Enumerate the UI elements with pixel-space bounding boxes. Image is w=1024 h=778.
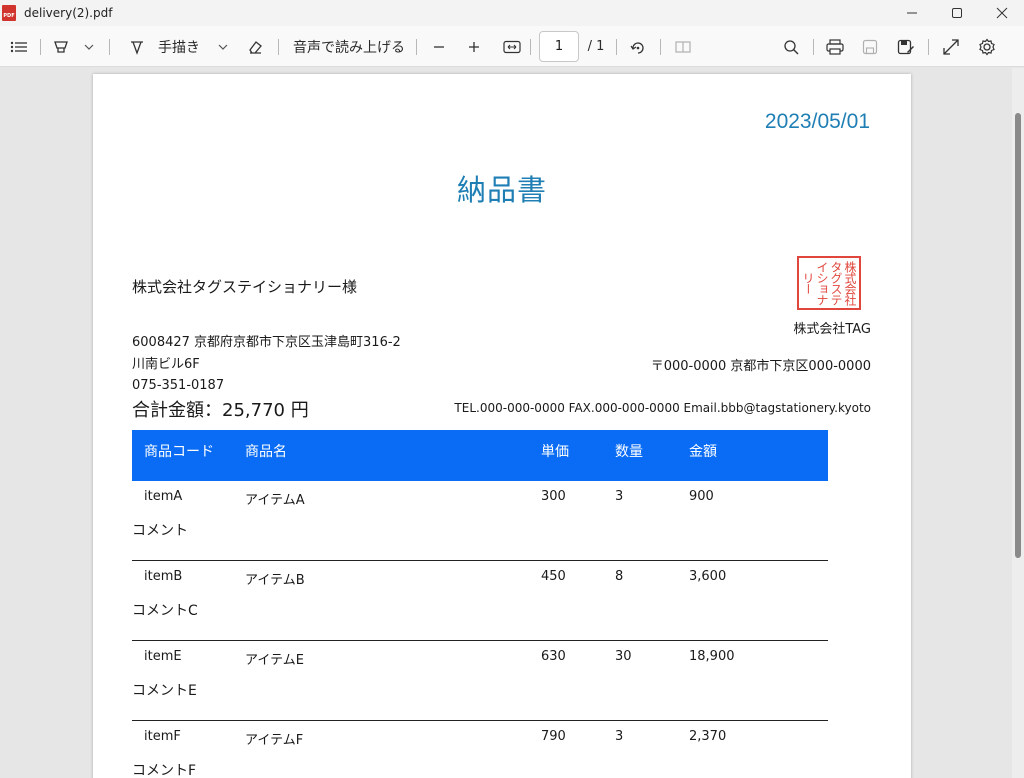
issuer-company: 株式会社TAG	[793, 322, 871, 337]
item-name: アイテムE	[245, 653, 304, 668]
two-page-icon	[675, 40, 691, 53]
fullscreen-button[interactable]	[939, 26, 963, 67]
header-qty: 数量	[615, 444, 643, 460]
window-title: delivery(2).pdf	[24, 6, 113, 20]
header-name: 商品名	[245, 444, 287, 460]
item-code: itemE	[144, 649, 182, 664]
header-price: 単価	[541, 444, 569, 460]
draw-dropdown[interactable]	[214, 26, 232, 67]
table-header: 商品コード 商品名 単価 数量 金額	[132, 430, 828, 481]
search-button[interactable]	[779, 26, 803, 67]
eraser-icon	[249, 40, 262, 54]
item-comment: コメント	[132, 523, 188, 539]
chevron-down-icon	[218, 44, 228, 50]
item-amount: 3,600	[689, 569, 727, 584]
item-code: itemF	[144, 729, 181, 744]
table-row: itemE アイテムE 630 30 18,900 コメントE	[132, 641, 828, 721]
item-amount: 900	[689, 489, 714, 504]
save-as-button[interactable]	[894, 26, 918, 67]
issuer-contact: TEL.000-000-0000 FAX.000-000-0000 Email.…	[454, 401, 871, 415]
chevron-down-icon	[84, 44, 94, 50]
table-row: itemB アイテムB 450 8 3,600 コメントC	[132, 561, 828, 641]
fit-width-icon	[503, 40, 521, 53]
highlighter-icon	[54, 40, 68, 53]
draw-button[interactable]: 手描き	[154, 26, 204, 67]
title-bar: PDF delivery(2).pdf	[0, 0, 1024, 26]
item-comment: コメントC	[132, 603, 198, 619]
settings-button[interactable]	[975, 26, 999, 67]
table-row: itemA アイテムA 300 3 900 コメント	[132, 481, 828, 561]
total-amount: 合計金額：25,770 円	[132, 400, 309, 421]
toolbar: 手描き 音声で読み上げる 1 / 1	[0, 26, 1024, 67]
contents-button[interactable]	[6, 26, 32, 67]
erase-button[interactable]	[243, 26, 267, 67]
item-price: 790	[541, 729, 566, 744]
list-icon	[10, 41, 27, 52]
header-code: 商品コード	[144, 444, 214, 460]
customer-name: 株式会社タグステイショナリー様	[132, 278, 358, 296]
item-qty: 30	[615, 649, 632, 664]
zoom-in-button[interactable]	[463, 26, 485, 67]
item-qty: 3	[615, 729, 624, 744]
maximize-button[interactable]	[934, 0, 980, 26]
phone-line: 075-351-0187	[132, 378, 225, 393]
item-name: アイテムA	[245, 493, 305, 508]
document-title: 納品書	[456, 173, 547, 207]
expand-icon	[943, 38, 959, 55]
address-line: 川南ビル6F	[132, 356, 200, 372]
item-price: 630	[541, 649, 566, 664]
item-qty: 8	[615, 569, 624, 584]
item-qty: 3	[615, 489, 624, 504]
printer-icon	[826, 38, 844, 55]
page-view-button[interactable]	[671, 26, 695, 67]
save-icon	[862, 39, 878, 54]
item-code: itemA	[144, 489, 183, 504]
gear-icon	[979, 38, 995, 55]
highlight-dropdown[interactable]	[80, 26, 98, 67]
table-row: itemF アイテムF 790 3 2,370 コメントF	[132, 721, 828, 778]
maximize-icon	[952, 8, 962, 18]
plus-icon	[469, 41, 479, 52]
close-icon	[996, 7, 1008, 19]
item-name: アイテムF	[245, 733, 304, 748]
minimize-icon	[907, 12, 917, 14]
pdf-file-icon: PDF	[2, 5, 16, 21]
read-aloud-button[interactable]: 音声で読み上げる	[289, 26, 409, 67]
item-comment: コメントF	[132, 763, 197, 778]
minimize-button[interactable]	[889, 0, 935, 26]
company-seal-stamp: リー イショナ タグステ 株式会社	[797, 256, 861, 310]
draw-button-icon-wrap[interactable]	[126, 26, 148, 67]
minus-icon	[434, 45, 444, 48]
save-button[interactable]	[858, 26, 882, 67]
item-price: 450	[541, 569, 566, 584]
search-icon	[784, 39, 799, 54]
address-line: 6008427 京都府京都市下京区玉津島町316-2	[132, 335, 401, 350]
page-number-input[interactable]: 1	[539, 31, 579, 62]
item-code: itemB	[144, 569, 183, 584]
item-comment: コメントE	[132, 683, 197, 699]
customer-address: 6008427 京都府京都市下京区玉津島町316-2 川南ビル6F 075-35…	[132, 332, 401, 397]
highlight-button[interactable]	[50, 26, 72, 67]
item-amount: 18,900	[689, 649, 735, 664]
zoom-out-button[interactable]	[428, 26, 450, 67]
rotate-icon	[630, 41, 644, 54]
header-amount: 金額	[689, 444, 717, 460]
scrollbar-thumb[interactable]	[1015, 113, 1021, 558]
page-total: / 1	[587, 39, 605, 54]
rotate-button[interactable]	[626, 26, 650, 67]
close-button[interactable]	[979, 0, 1024, 26]
print-button[interactable]	[823, 26, 847, 67]
item-amount: 2,370	[689, 729, 727, 744]
fit-width-button[interactable]	[500, 26, 524, 67]
item-name: アイテムB	[245, 573, 305, 588]
pdf-page: 2023/05/01 納品書 株式会社タグステイショナリー様 6008427 京…	[93, 74, 911, 778]
save-as-icon	[897, 39, 914, 54]
item-price: 300	[541, 489, 566, 504]
document-date: 2023/05/01	[764, 110, 870, 133]
draw-icon	[131, 40, 143, 55]
vertical-scrollbar[interactable]	[1012, 68, 1024, 778]
issuer-address: 〒000-0000 京都市下京区000-0000	[650, 359, 871, 374]
